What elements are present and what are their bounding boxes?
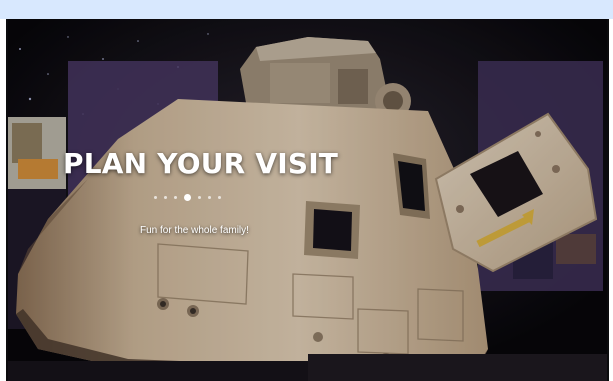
page: PLAN YOUR VISIT Fun for the whole family… <box>0 0 613 381</box>
hero-title: PLAN YOUR VISIT <box>63 147 339 180</box>
top-band <box>0 0 613 19</box>
hero-tagline: Fun for the whole family! <box>140 225 249 236</box>
left-edge <box>0 19 8 381</box>
slider-dot-2[interactable] <box>164 195 167 199</box>
slider-dot-6[interactable] <box>208 195 211 199</box>
slider-dot-5[interactable] <box>198 195 201 199</box>
slider-dot-1[interactable] <box>154 195 157 199</box>
right-edge <box>607 19 613 381</box>
slider-dot-active[interactable] <box>184 193 191 201</box>
hero-banner[interactable]: PLAN YOUR VISIT Fun for the whole family… <box>8 19 607 381</box>
slider-dot-7[interactable] <box>218 195 221 199</box>
hero-overlay <box>8 19 607 381</box>
slider-pagination <box>154 191 221 203</box>
slider-dot-3[interactable] <box>174 195 177 199</box>
